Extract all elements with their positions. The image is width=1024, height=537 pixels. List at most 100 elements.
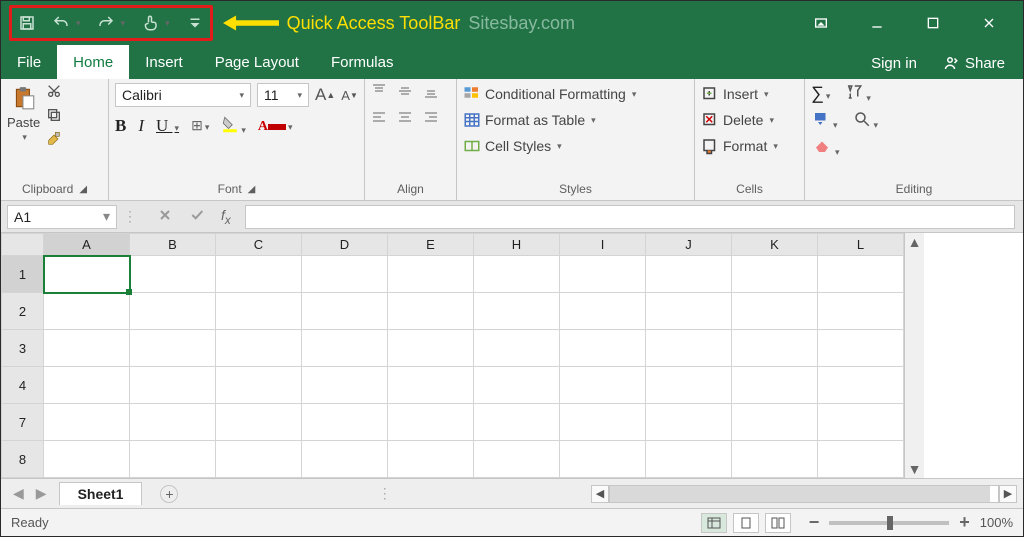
decrease-font-icon[interactable]: A▼	[341, 88, 358, 103]
row-header[interactable]: 2	[2, 293, 44, 330]
cell[interactable]	[732, 441, 818, 478]
format-cells-button[interactable]: Format▾	[701, 135, 778, 157]
formula-input[interactable]	[245, 205, 1015, 229]
cell[interactable]	[646, 330, 732, 367]
cell[interactable]	[216, 404, 302, 441]
format-painter-icon[interactable]	[46, 131, 62, 147]
conditional-formatting-button[interactable]: Conditional Formatting▾	[463, 83, 636, 105]
align-top-icon[interactable]	[371, 83, 387, 99]
cell[interactable]	[44, 367, 130, 404]
sheet-nav-prev-icon[interactable]: ◀	[13, 485, 24, 502]
cell[interactable]	[474, 367, 560, 404]
sheet-nav-next-icon[interactable]: ▶	[36, 485, 47, 502]
delete-cells-button[interactable]: Delete▾	[701, 109, 774, 131]
normal-view-button[interactable]	[701, 513, 727, 533]
column-header[interactable]: D	[302, 234, 388, 256]
font-size-select[interactable]: 11▾	[257, 83, 309, 107]
autosum-button[interactable]: ∑▾	[811, 83, 830, 104]
cell[interactable]	[818, 441, 904, 478]
font-name-select[interactable]: Calibri▾	[115, 83, 251, 107]
cell[interactable]	[646, 256, 732, 293]
cell[interactable]	[388, 367, 474, 404]
cell[interactable]	[302, 367, 388, 404]
cell[interactable]	[474, 330, 560, 367]
sheet-tab[interactable]: Sheet1	[59, 482, 143, 505]
tab-insert[interactable]: Insert	[129, 45, 199, 79]
insert-cells-button[interactable]: Insert▾	[701, 83, 769, 105]
cell[interactable]	[216, 330, 302, 367]
sort-filter-button[interactable]: ▾	[844, 83, 871, 104]
vertical-scrollbar[interactable]: ▲ ▼	[904, 233, 924, 478]
cell[interactable]	[130, 293, 216, 330]
cell[interactable]	[560, 404, 646, 441]
zoom-slider[interactable]	[829, 521, 949, 525]
cell[interactable]	[474, 441, 560, 478]
increase-font-icon[interactable]: A▲	[315, 85, 335, 105]
cut-icon[interactable]	[46, 83, 62, 99]
tab-home[interactable]: Home	[57, 45, 129, 79]
cell[interactable]	[130, 404, 216, 441]
cell[interactable]	[818, 293, 904, 330]
underline-button[interactable]: U ▾	[156, 116, 179, 136]
zoom-out-button[interactable]: −	[809, 512, 820, 533]
bold-button[interactable]: B	[115, 116, 126, 136]
cell[interactable]	[560, 330, 646, 367]
border-button[interactable]: ⊞▾	[191, 117, 209, 134]
format-as-table-button[interactable]: Format as Table▾	[463, 109, 596, 131]
cell[interactable]	[216, 293, 302, 330]
cell[interactable]	[388, 256, 474, 293]
cell[interactable]	[646, 293, 732, 330]
cell[interactable]	[388, 330, 474, 367]
close-icon[interactable]	[973, 9, 1005, 37]
cell[interactable]	[732, 256, 818, 293]
font-color-button[interactable]: A▾	[258, 117, 293, 135]
clipboard-dialog-icon[interactable]: ◢	[79, 184, 87, 195]
cell[interactable]	[560, 441, 646, 478]
cell[interactable]	[646, 404, 732, 441]
zoom-in-button[interactable]: +	[959, 512, 970, 533]
cell[interactable]	[732, 367, 818, 404]
column-header[interactable]: A	[44, 234, 130, 256]
cell[interactable]	[560, 256, 646, 293]
cell[interactable]	[302, 441, 388, 478]
cell[interactable]	[732, 330, 818, 367]
cell[interactable]	[388, 441, 474, 478]
paste-button[interactable]: Paste ▾	[7, 83, 40, 143]
cell[interactable]	[302, 330, 388, 367]
select-all-cell[interactable]	[2, 234, 44, 256]
page-layout-view-button[interactable]	[733, 513, 759, 533]
cell[interactable]	[474, 404, 560, 441]
minimize-icon[interactable]	[861, 9, 893, 37]
row-header[interactable]: 7	[2, 404, 44, 441]
zoom-level[interactable]: 100%	[980, 515, 1013, 530]
cell[interactable]	[130, 256, 216, 293]
redo-icon[interactable]: ▾	[97, 14, 126, 32]
align-bottom-icon[interactable]	[423, 83, 439, 99]
maximize-icon[interactable]	[917, 9, 949, 37]
cell-styles-button[interactable]: Cell Styles▾	[463, 135, 562, 157]
cell[interactable]	[732, 293, 818, 330]
sign-in-link[interactable]: Sign in	[859, 55, 929, 72]
column-header[interactable]: K	[732, 234, 818, 256]
cell[interactable]	[216, 367, 302, 404]
save-icon[interactable]	[18, 14, 36, 32]
cell[interactable]	[44, 256, 130, 293]
row-header[interactable]: 3	[2, 330, 44, 367]
align-center-icon[interactable]	[397, 109, 413, 125]
worksheet-grid[interactable]: ABCDEHIJKL123478 ▲ ▼	[1, 233, 1023, 478]
cancel-formula-icon[interactable]	[157, 207, 173, 226]
cell[interactable]	[44, 293, 130, 330]
cell[interactable]	[302, 293, 388, 330]
cell[interactable]	[130, 441, 216, 478]
tab-page-layout[interactable]: Page Layout	[199, 45, 315, 79]
font-dialog-icon[interactable]: ◢	[248, 184, 256, 195]
undo-icon[interactable]: ▾	[52, 14, 81, 32]
find-select-button[interactable]: ▾	[852, 110, 879, 131]
enter-formula-icon[interactable]	[189, 207, 205, 226]
cell[interactable]	[732, 404, 818, 441]
cell[interactable]	[560, 293, 646, 330]
fill-button[interactable]: ▾	[811, 110, 838, 131]
cell[interactable]	[302, 404, 388, 441]
cell[interactable]	[818, 404, 904, 441]
cell[interactable]	[388, 293, 474, 330]
